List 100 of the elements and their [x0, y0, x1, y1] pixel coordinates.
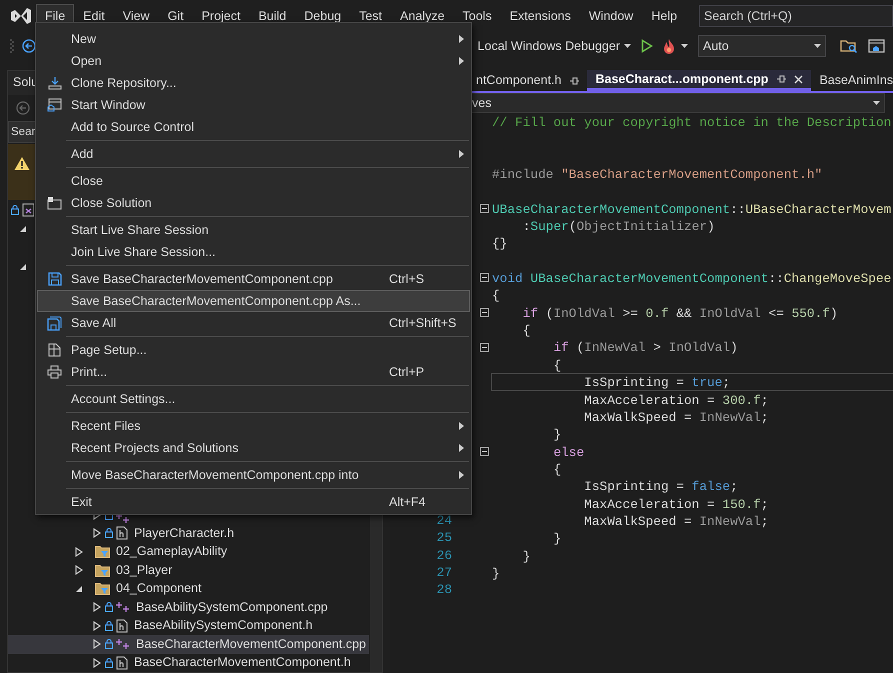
- debug-target-button[interactable]: Local Windows Debugger: [476, 36, 633, 56]
- menu-item[interactable]: Tools: [454, 4, 501, 28]
- line-number: 27: [436, 564, 452, 580]
- collapsed-arrow-icon[interactable]: [75, 546, 83, 557]
- collapsed-arrow-icon[interactable]: [93, 602, 101, 612]
- collapse-icon[interactable]: [480, 446, 489, 456]
- menu-item[interactable]: Start Live Share Session: [37, 219, 470, 241]
- configuration-dropdown[interactable]: Auto: [698, 35, 826, 57]
- code-token: ): [830, 306, 838, 321]
- tree-item[interactable]: BaseCharacterMovementComponent.h: [8, 654, 369, 672]
- editor-tab[interactable]: ntComponent.h: [468, 70, 588, 91]
- shortcut-label: Alt+F4: [389, 494, 426, 511]
- code-token: UBaseCharacterMovementComponent: [492, 202, 730, 217]
- folder-search-icon[interactable]: [840, 38, 858, 54]
- back-icon[interactable]: [16, 100, 30, 114]
- line-number: 24: [436, 512, 452, 528]
- expanded-arrow-icon[interactable]: [19, 224, 27, 232]
- code-token: ): [730, 340, 738, 356]
- header-file-icon: [116, 656, 128, 670]
- menu-item[interactable]: Save BaseCharacterMovementComponent.cpp Ctrl+S: [37, 268, 470, 290]
- menu-item[interactable]: Print... Ctrl+P: [37, 361, 470, 383]
- menu-item[interactable]: Help: [642, 4, 686, 28]
- code-token: if: [522, 306, 538, 321]
- menu-item[interactable]: Window: [580, 4, 642, 28]
- collapsed-arrow-icon[interactable]: [93, 620, 101, 631]
- menu-item[interactable]: Account Settings...: [37, 388, 470, 410]
- collapse-icon[interactable]: [480, 308, 489, 317]
- code-token: 300.f: [722, 392, 761, 408]
- code-token: MaxAcceleration =: [584, 496, 716, 512]
- menu-item[interactable]: Exit Alt+F4: [37, 491, 470, 513]
- code-token: }: [553, 531, 562, 546]
- collapse-icon[interactable]: [480, 342, 489, 352]
- menu-item[interactable]: New: [37, 28, 470, 50]
- menu-item[interactable]: Extensions: [500, 4, 580, 28]
- code-token: (: [568, 219, 576, 234]
- menu-item[interactable]: Save BaseCharacterMovementComponent.cpp As...: [37, 290, 470, 312]
- tree-item[interactable]: PlayerCharacter.h: [8, 524, 369, 542]
- code-token: ;: [722, 375, 730, 390]
- code-token: else: [553, 444, 584, 460]
- menu-item[interactable]: Recent Files: [37, 415, 470, 437]
- menu-item[interactable]: Add: [37, 143, 470, 165]
- code-token: }: [553, 427, 562, 442]
- pin-icon[interactable]: [569, 76, 580, 86]
- collapse-icon[interactable]: [480, 273, 489, 282]
- editor-tab[interactable]: BaseCharact...omponent.cpp: [587, 70, 812, 91]
- tree-item[interactable]: BaseCharacterMovementComponent.cpp: [8, 635, 369, 654]
- expanded-arrow-icon[interactable]: [75, 584, 83, 593]
- editor-tab[interactable]: BaseAnimIns: [811, 70, 893, 91]
- back-icon[interactable]: [22, 39, 36, 53]
- grip-icon: [10, 39, 14, 53]
- header-file-icon: [116, 526, 128, 540]
- caret-icon: [681, 44, 688, 48]
- menu-item[interactable]: Move BaseCharacterMovementComponent.cpp into: [37, 464, 470, 486]
- tree-item[interactable]: 04_Component: [8, 580, 369, 598]
- code-token: true: [692, 375, 722, 390]
- code-token: MaxWalkSpeed =: [584, 410, 693, 425]
- collapse-icon[interactable]: [480, 204, 489, 213]
- menu-item[interactable]: Page Setup...: [37, 339, 470, 361]
- tree-item[interactable]: 03_Player: [8, 561, 369, 580]
- flame-icon[interactable]: [661, 38, 677, 54]
- code-token: ;: [730, 479, 738, 494]
- menu-item[interactable]: Join Live Share Session...: [37, 241, 470, 263]
- code-token: ObjectInitializer: [576, 219, 708, 234]
- code-token: ::: [768, 271, 784, 286]
- printer-icon: [47, 365, 62, 379]
- expanded-arrow-icon[interactable]: [19, 262, 27, 270]
- play-icon[interactable]: [641, 39, 653, 53]
- menu-item[interactable]: Close: [37, 170, 470, 192]
- menu-item[interactable]: Add to Source Control: [37, 116, 470, 138]
- window-icon[interactable]: [868, 38, 885, 54]
- cpp-file-icon: [116, 512, 130, 524]
- collapsed-arrow-icon[interactable]: [93, 528, 101, 538]
- shortcut-label: Ctrl+P: [389, 364, 426, 381]
- collapsed-arrow-icon[interactable]: [75, 565, 83, 576]
- tree-item[interactable]: BaseAbilitySystemComponent.cpp: [8, 598, 369, 616]
- code-token: ;: [760, 514, 768, 529]
- code-token: UBaseCharacterMovementComponent: [530, 271, 768, 286]
- code-token: (: [546, 306, 554, 321]
- code-token: (: [576, 340, 584, 356]
- code-token: false: [692, 479, 730, 494]
- menu-item[interactable]: Close Solution: [37, 192, 470, 214]
- code-token: #include: [492, 167, 554, 182]
- menu-item[interactable]: Save All Ctrl+Shift+S: [37, 312, 470, 334]
- menu-item[interactable]: Open: [37, 50, 470, 72]
- save-all-icon: [47, 316, 62, 330]
- menu-item[interactable]: Clone Repository...: [37, 72, 470, 94]
- tree-item[interactable]: BaseAbilitySystemComponent.h: [8, 616, 369, 635]
- line-number: 28: [436, 582, 452, 598]
- collapsed-arrow-icon[interactable]: [93, 639, 101, 650]
- code-token: }: [522, 548, 530, 564]
- tree-item[interactable]: 02_GameplayAbility: [8, 542, 369, 561]
- close-icon[interactable]: [794, 74, 804, 84]
- code-token: InOldVal: [668, 340, 730, 356]
- menu-item[interactable]: Recent Projects and Solutions: [37, 437, 470, 459]
- collapsed-arrow-icon[interactable]: [93, 658, 101, 668]
- pin-icon[interactable]: [776, 74, 786, 84]
- code-token: >=: [622, 306, 639, 321]
- code-token: // Fill out your copyright notice in the Description: [492, 115, 892, 130]
- search-field[interactable]: Search (Ctrl+Q): [699, 4, 893, 26]
- code-token: {: [553, 358, 562, 373]
